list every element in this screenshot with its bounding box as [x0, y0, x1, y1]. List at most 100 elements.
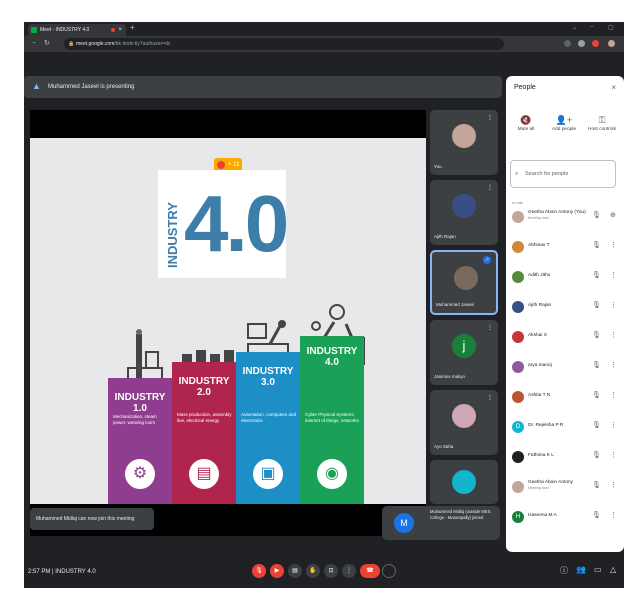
list-item[interactable]: D Dr. Rejeisha P R 🎙 ⋮ — [506, 414, 624, 444]
more-options-icon[interactable]: ⋮ — [487, 394, 493, 401]
mic-off-icon[interactable]: 🎙 — [592, 301, 601, 309]
extension-icon[interactable] — [578, 40, 585, 47]
browser-tab[interactable]: Meet - INDUSTRY 4.0 × — [28, 24, 126, 36]
list-item[interactable]: Ashita T N 🎙 ⋮ — [506, 384, 624, 414]
mic-off-icon[interactable]: 🎙 — [592, 241, 601, 249]
participant-tile[interactable]: ⋮ You — [430, 110, 498, 175]
mic-off-icon[interactable]: 🎙 — [592, 211, 601, 219]
tab-search-icon[interactable]: ⌄ — [572, 24, 577, 31]
more-options-icon[interactable]: ⋮ — [610, 511, 617, 519]
camera-off-button[interactable]: ▶ — [270, 564, 284, 578]
industry-3-desc: Automation, computers and electronics — [241, 412, 297, 423]
more-options-icon[interactable]: ⋮ — [610, 271, 617, 279]
avatar: j — [452, 334, 476, 358]
avatar — [512, 301, 524, 313]
more-options-icon[interactable]: ⋮ — [610, 241, 617, 249]
avatar — [512, 481, 524, 493]
back-arrow-icon[interactable]: → — [30, 39, 37, 46]
more-options-icon[interactable]: ⋮ — [610, 331, 617, 339]
more-options-icon[interactable]: ⋮ — [487, 114, 493, 121]
captions-button[interactable]: ▤ — [288, 564, 302, 578]
participant-role: Meeting host — [528, 486, 549, 490]
mic-off-icon[interactable]: 🎙 — [592, 511, 601, 519]
mic-off-icon[interactable]: 🎙 — [592, 481, 601, 489]
record-button[interactable] — [382, 564, 396, 578]
participant-name: Akshai S — [528, 333, 547, 338]
mute-all-label: Mute all — [517, 127, 535, 132]
mic-off-button[interactable]: 🎙 — [252, 564, 266, 578]
chat-icon[interactable]: ▭ — [594, 565, 602, 574]
more-options-icon[interactable]: ⋮ — [610, 421, 617, 429]
industry-4-desc: Cyber Physical Systems, internet of thin… — [305, 412, 359, 423]
list-item[interactable]: arya manoj 🎙 ⋮ — [506, 354, 624, 384]
industry-2-desc: Mass production, assembly line, electric… — [177, 412, 232, 423]
new-tab-button[interactable]: + — [130, 23, 135, 32]
close-icon[interactable]: × — [611, 83, 616, 92]
industry-1-column: INDUSTRY 1.0 Mechanization, steam power,… — [108, 378, 172, 504]
participant-tile-overflow[interactable] — [430, 460, 498, 504]
list-item[interactable]: Adith Jithu 🎙 ⋮ — [506, 264, 624, 294]
reload-icon[interactable]: ↻ — [44, 39, 50, 47]
mic-off-icon[interactable]: 🎙 — [592, 451, 601, 459]
joined-popup: M Muhammed Midlaj (outside MES College -… — [382, 506, 500, 540]
mic-off-icon[interactable]: 🎙 — [592, 361, 601, 369]
star-icon[interactable] — [564, 40, 571, 47]
participant-tile-presenter[interactable]: ↗ Muhammed Jaseel — [430, 250, 498, 315]
more-options-icon[interactable]: ⋮ — [487, 324, 493, 331]
more-options-icon[interactable]: ⋮ — [610, 451, 617, 459]
search-input[interactable]: ⌕ Search for people — [510, 160, 616, 188]
host-controls-button[interactable]: ⚿ Host controls — [584, 114, 620, 134]
list-item[interactable]: Geetha Aboin Antony (You) Meeting host 🎙… — [506, 204, 624, 234]
list-item[interactable]: H Haseena M A 🎙 ⋮ — [506, 504, 624, 534]
browser-tab-bar: Meet - INDUSTRY 4.0 × + ⌄ – ▢ — [24, 22, 624, 36]
avatar — [452, 194, 476, 218]
industry-4-title: INDUSTRY 4.0 — [306, 346, 358, 368]
presentation-stage: + 11 INDUSTRY 4.0 INDUSTRY 1.0 Mechaniza… — [30, 110, 426, 536]
activities-icon[interactable]: △ — [610, 565, 616, 574]
participant-tile[interactable]: ⋮ Ayo Saha — [430, 390, 498, 455]
list-item[interactable]: Geetha Aboin Antony Meeting host 🎙 ⋮ — [506, 474, 624, 504]
avatar — [454, 266, 478, 290]
people-icon[interactable]: 👥 — [576, 565, 586, 574]
mic-off-icon[interactable]: 🎙 — [592, 331, 601, 339]
more-options-icon[interactable]: ⋮ — [487, 184, 493, 191]
industry-vertical-text: INDUSTRY — [165, 202, 180, 268]
add-people-button[interactable]: 👤+ Add people — [546, 114, 582, 134]
tab-close-icon[interactable]: × — [118, 24, 122, 36]
info-icon[interactable]: ⓘ — [560, 565, 568, 576]
mic-off-icon[interactable]: 🎙 — [592, 421, 601, 429]
list-item[interactable]: Abhinav T 🎙 ⋮ — [506, 234, 624, 264]
record-extension-icon[interactable] — [592, 40, 599, 47]
minimize-button[interactable]: – — [590, 24, 593, 30]
participant-name: Haseena M A — [528, 513, 557, 518]
participant-tile[interactable]: ⋮ Ajith Rajan — [430, 180, 498, 245]
more-options-icon[interactable]: ⋮ — [610, 361, 617, 369]
avatar — [512, 271, 524, 283]
participant-tile[interactable]: j ⋮ Jasmine maliyn — [430, 320, 498, 385]
url-field[interactable]: 🔒 meet.google.com/bk-lmdv-tiy?authuser=d… — [64, 38, 504, 50]
presenting-icon: ▲ — [32, 81, 41, 91]
mute-all-button[interactable]: 🔇 Mute all — [508, 114, 544, 134]
mic-off-icon[interactable]: 🎙 — [592, 391, 601, 399]
share-dot-icon — [217, 161, 225, 169]
more-options-icon[interactable]: ⋮ — [610, 481, 617, 489]
list-item[interactable]: Ajith Rajan 🎙 ⋮ — [506, 294, 624, 324]
maximize-button[interactable]: ▢ — [608, 24, 614, 31]
profile-avatar[interactable] — [608, 40, 615, 47]
pin-icon[interactable]: ⊕ — [610, 211, 616, 219]
list-item[interactable]: Akshai S 🎙 ⋮ — [506, 324, 624, 354]
leave-call-button[interactable]: ☎ — [360, 564, 380, 578]
avatar — [452, 124, 476, 148]
more-options-icon[interactable]: ⋮ — [610, 391, 617, 399]
present-button[interactable]: ⊡ — [324, 564, 338, 578]
raise-hand-button[interactable]: ✋ — [306, 564, 320, 578]
industry-1-title: INDUSTRY 1.0 — [114, 392, 166, 414]
mic-off-icon[interactable]: 🎙 — [592, 271, 601, 279]
avatar — [452, 470, 476, 494]
list-item[interactable]: Fathima K L 🎙 ⋮ — [506, 444, 624, 474]
tile-name: Ajith Rajan — [434, 234, 456, 239]
gears-icon: ⚙ — [122, 456, 158, 492]
more-options-icon[interactable]: ⋮ — [610, 301, 617, 309]
slide: + 11 INDUSTRY 4.0 INDUSTRY 1.0 Mechaniza… — [30, 138, 426, 504]
more-options-button[interactable]: ⋮ — [342, 564, 356, 578]
